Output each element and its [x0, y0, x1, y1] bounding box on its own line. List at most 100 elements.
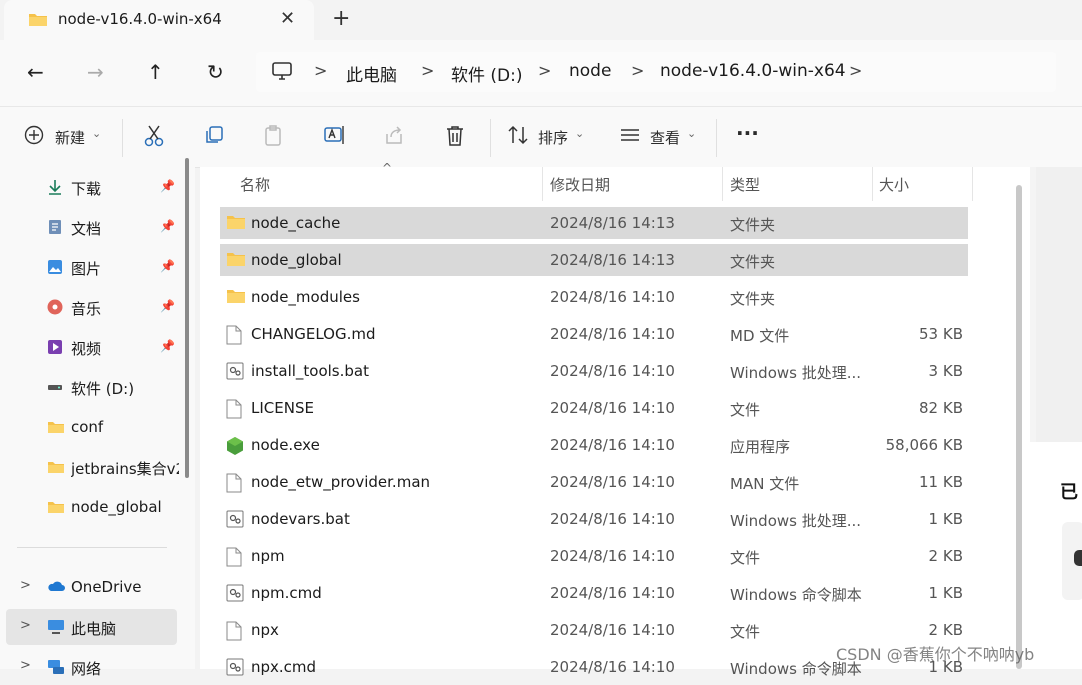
delete-icon[interactable]	[445, 125, 465, 151]
script-file-icon	[226, 362, 244, 384]
column-header-name[interactable]: 名称	[240, 174, 270, 195]
file-icon	[226, 325, 242, 349]
download-icon	[47, 179, 63, 195]
breadcrumb-node[interactable]: node	[569, 61, 611, 81]
watermark: CSDN @香蕉你个不吶呐yb	[836, 645, 1035, 664]
table-row[interactable]: install_tools.bat 2024/8/16 14:10 Windows …	[220, 355, 968, 387]
file-list: ^ 名称 修改日期 类型 大小 node_cache 2024/8/16 14:1…	[200, 161, 1030, 678]
copy-icon[interactable]	[204, 125, 224, 149]
file-date: 2024/8/16 14:10	[550, 399, 675, 417]
details-heading: 已	[1060, 482, 1078, 503]
file-type: MD 文件	[730, 327, 790, 345]
table-row[interactable]: node_modules 2024/8/16 14:10 文件夹	[220, 281, 968, 313]
sidebar-item-onedrive[interactable]: > OneDrive	[0, 569, 180, 605]
column-header-type[interactable]: 类型	[730, 174, 760, 195]
tab-active[interactable]: node-v16.4.0-win-x64 ✕	[4, 0, 314, 40]
file-type: 文件夹	[730, 290, 776, 308]
close-tab-icon[interactable]: ✕	[280, 8, 295, 29]
folder-icon	[226, 251, 246, 271]
file-date: 2024/8/16 14:10	[550, 658, 675, 676]
refresh-icon[interactable]: ↻	[207, 60, 224, 84]
rename-icon[interactable]	[324, 125, 346, 149]
table-row[interactable]: nodevars.bat 2024/8/16 14:10 Windows 批处理..…	[220, 503, 968, 535]
breadcrumb-this-pc[interactable]: 此电脑	[346, 61, 397, 86]
column-divider[interactable]	[972, 167, 973, 201]
file-size: 2 KB	[928, 621, 963, 639]
chevron-right-icon[interactable]: >	[849, 61, 862, 80]
file-size: 58,066 KB	[885, 436, 963, 454]
up-arrow-icon[interactable]: ↑	[147, 60, 164, 84]
share-icon[interactable]	[384, 125, 404, 149]
sidebar-item-downloads[interactable]: 下载 📌	[0, 169, 180, 205]
file-type: Windows 批处理...	[730, 364, 862, 382]
file-date: 2024/8/16 14:10	[550, 584, 675, 602]
sidebar-item-documents[interactable]: 文档 📌	[0, 209, 180, 245]
breadcrumb-node-version[interactable]: node-v16.4.0-win-x64	[660, 61, 846, 81]
folder-icon	[226, 214, 246, 234]
file-type: 应用程序	[730, 438, 791, 456]
sort-icon	[508, 125, 528, 145]
chevron-right-icon: >	[538, 61, 552, 80]
table-row[interactable]: node_etw_provider.man 2024/8/16 14:10 MAN …	[220, 466, 968, 498]
chevron-right-icon[interactable]: >	[20, 658, 31, 673]
file-size: 2 KB	[928, 547, 963, 565]
new-tab-button[interactable]: +	[332, 6, 350, 31]
file-type: 文件夹	[730, 253, 776, 271]
file-size: 3 KB	[928, 362, 963, 380]
file-name: node_etw_provider.man	[251, 473, 431, 491]
sidebar-item-drive-d[interactable]: 软件 (D:)	[0, 369, 180, 405]
cut-icon[interactable]	[144, 125, 164, 151]
chevron-right-icon[interactable]: >	[20, 618, 31, 633]
chevron-right-icon[interactable]: >	[20, 578, 31, 593]
table-row[interactable]: node.exe 2024/8/16 14:10 应用程序 58,066 KB	[220, 429, 968, 461]
forward-arrow-icon[interactable]: →	[87, 60, 104, 84]
file-name: node_cache	[251, 214, 341, 232]
table-row[interactable]: node_global 2024/8/16 14:13 文件夹	[220, 244, 968, 276]
table-row[interactable]: npm 2024/8/16 14:10 文件 2 KB	[220, 540, 968, 572]
table-row[interactable]: CHANGELOG.md 2024/8/16 14:10 MD 文件 53 KB	[220, 318, 968, 350]
column-header-size[interactable]: 大小	[879, 174, 909, 195]
sort-button[interactable]: 排序 ⌄	[507, 125, 584, 149]
file-name: node_global	[251, 251, 342, 269]
view-button[interactable]: 查看 ⌄	[619, 125, 696, 149]
file-type: Windows 批处理...	[730, 512, 862, 530]
column-divider[interactable]	[722, 167, 723, 201]
file-name: LICENSE	[251, 399, 314, 417]
file-size: 82 KB	[919, 399, 963, 417]
sidebar-scrollbar[interactable]	[185, 158, 189, 478]
table-row[interactable]: node_cache 2024/8/16 14:13 文件夹	[220, 207, 968, 239]
table-row[interactable]: npm.cmd 2024/8/16 14:10 Windows 命令脚本 1 KB	[220, 577, 968, 609]
sidebar-item-conf[interactable]: conf	[0, 409, 180, 445]
back-arrow-icon[interactable]: ←	[27, 60, 44, 84]
sidebar-item-pictures[interactable]: 图片 📌	[0, 249, 180, 285]
pictures-icon	[47, 259, 63, 275]
column-divider[interactable]	[872, 167, 873, 201]
table-row[interactable]: LICENSE 2024/8/16 14:10 文件 82 KB	[220, 392, 968, 424]
more-options-icon[interactable]: ···	[736, 121, 759, 145]
sidebar-item-jetbrains[interactable]: jetbrains集合v2	[0, 449, 180, 485]
tab-bar: node-v16.4.0-win-x64 ✕ +	[0, 0, 1082, 40]
sidebar-item-music[interactable]: 音乐 📌	[0, 289, 180, 325]
sidebar-item-videos[interactable]: 视频 📌	[0, 329, 180, 365]
file-date: 2024/8/16 14:10	[550, 436, 675, 454]
file-name: nodevars.bat	[251, 510, 350, 528]
file-type: 文件	[730, 401, 761, 419]
file-type: 文件夹	[730, 216, 776, 234]
file-icon	[226, 621, 242, 645]
file-name: npm.cmd	[251, 584, 322, 602]
file-date: 2024/8/16 14:10	[550, 473, 675, 491]
sidebar-item-network[interactable]: > 网络	[0, 649, 180, 685]
column-divider[interactable]	[542, 167, 543, 201]
new-button[interactable]: 新建 ⌄	[24, 125, 101, 149]
script-file-icon	[226, 510, 244, 532]
file-date: 2024/8/16 14:13	[550, 214, 675, 232]
sidebar-item-this-pc[interactable]: > 此电脑	[6, 609, 177, 645]
address-bar[interactable]: > 此电脑 > 软件 (D:) > node > node-v16.4.0-wi…	[256, 52, 1056, 92]
breadcrumb-drive-d[interactable]: 软件 (D:)	[451, 61, 523, 86]
file-type: Windows 命令脚本	[730, 586, 862, 604]
paste-icon[interactable]	[264, 125, 284, 151]
folder-icon	[226, 288, 246, 308]
column-header-date[interactable]: 修改日期	[550, 174, 610, 195]
sidebar-item-node-global[interactable]: node_global	[0, 489, 180, 525]
file-list-scrollbar[interactable]	[1016, 185, 1022, 669]
